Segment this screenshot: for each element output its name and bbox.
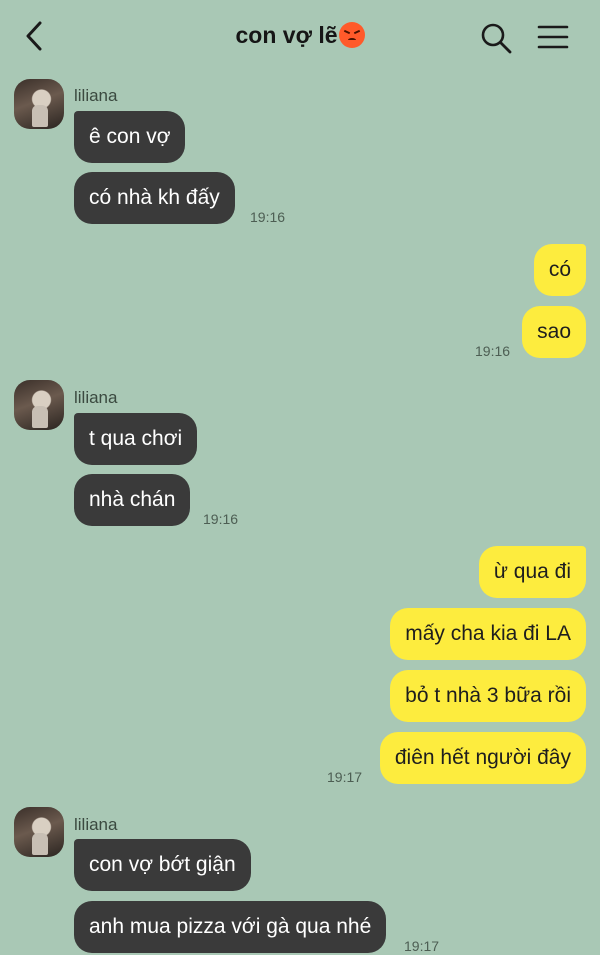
message-bubble-outgoing[interactable]: có (533, 244, 586, 296)
message-bubble-outgoing[interactable]: mấy cha kia đi LA (390, 608, 586, 660)
message-time: 19:16 (250, 209, 286, 225)
message-bubble-outgoing[interactable]: điên hết người đây (379, 732, 586, 784)
message-bubble-incoming[interactable]: nhà chán (74, 474, 191, 526)
search-icon[interactable] (480, 22, 512, 54)
message-time: 19:17 (327, 769, 363, 785)
message-time: 19:16 (203, 511, 239, 527)
sender-name: liliana (74, 86, 118, 105)
message-bubble-incoming[interactable]: t qua chơi (74, 413, 198, 465)
avatar[interactable] (14, 807, 64, 857)
chat-title-text: con vợ lẽ (235, 22, 338, 48)
message-bubble-outgoing[interactable]: sao (522, 306, 586, 358)
message-time: 19:16 (475, 343, 511, 359)
sender-name: liliana (74, 815, 118, 834)
message-bubble-outgoing[interactable]: ừ qua đi (478, 546, 586, 598)
message-bubble-outgoing[interactable]: bỏ t nhà 3 bữa rồi (390, 670, 586, 722)
message-bubble-incoming[interactable]: con vợ bớt giận (74, 839, 251, 891)
angry-face-emoji (338, 22, 365, 48)
sender-name: liliana (74, 388, 118, 407)
hamburger-menu-icon[interactable] (537, 24, 569, 50)
avatar[interactable] (14, 79, 64, 129)
avatar[interactable] (14, 380, 64, 430)
message-bubble-incoming[interactable]: ê con vợ (74, 111, 186, 163)
message-bubble-incoming[interactable]: có nhà kh đấy (74, 172, 235, 224)
chat-header: con vợ lẽ (0, 0, 600, 74)
message-time: 19:17 (404, 938, 440, 954)
message-bubble-incoming[interactable]: anh mua pizza với gà qua nhé (74, 901, 387, 953)
